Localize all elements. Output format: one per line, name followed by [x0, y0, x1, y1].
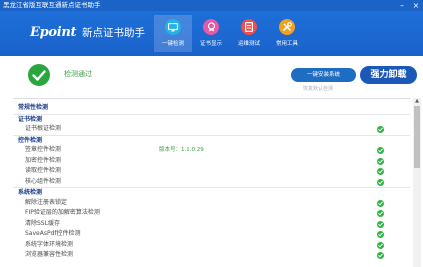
check-item-label: 解除注册表锁定 [25, 198, 68, 206]
tab-one-click-check[interactable]: 一键检测 [154, 15, 192, 52]
tab-common-tools[interactable]: 常用工具 [268, 15, 306, 52]
check-ok-icon [377, 220, 384, 228]
version-text: 版本号：1.1.0.29 [159, 147, 204, 153]
list-scrollbar[interactable]: ▲ [413, 98, 421, 267]
check-passed-icon [28, 64, 50, 86]
window-title: 黑龙江省版互联互通新点证书助手 [3, 1, 101, 9]
section-header: 证书检测 [13, 113, 410, 125]
tab-label: 一键检测 [161, 41, 184, 47]
check-item-row[interactable]: 清除SSL缓存 [13, 219, 410, 230]
check-item-label: 加密控件检测 [25, 156, 62, 164]
restore-default-link[interactable]: 恢复默认检测 [303, 86, 333, 92]
check-item-row[interactable]: 读取控件检测 [13, 166, 410, 177]
check-item-row[interactable]: 签章控件检测 版本号：1.1.0.29 [13, 145, 410, 156]
check-item-row[interactable]: 浏览器兼容性检测 [13, 250, 410, 261]
tab-label: 常用工具 [275, 41, 298, 47]
check-item-label: 浏览器兼容性检测 [25, 251, 74, 258]
check-item-label: 证书根证检测 [25, 125, 62, 132]
check-ok-icon [377, 147, 384, 154]
section-header: 控件检测 [13, 134, 410, 146]
check-item-row[interactable]: 系统字体环境检测 [13, 240, 410, 251]
section-header: 常规性检测 [13, 103, 410, 114]
check-ok-icon [377, 231, 384, 238]
tools-icon [279, 19, 295, 35]
app-logo: Epoint [30, 25, 77, 40]
minimize-button[interactable]: – [395, 0, 409, 11]
check-ok-icon [377, 210, 384, 217]
section-title: 常规性检测 [18, 104, 49, 111]
check-item-row[interactable]: 证书根证检测 [13, 124, 410, 135]
check-ok-icon [377, 178, 384, 186]
check-item-label: SaveAsPdf控件检测 [25, 230, 81, 237]
force-uninstall-button[interactable]: 强力卸载 [360, 66, 417, 84]
tab-ops-test[interactable]: 运维测试 [230, 15, 268, 52]
tab-label: 运维测试 [237, 41, 260, 47]
check-item-label: 签章控件检测 [25, 146, 62, 153]
check-list: 常规性检测证书检测 证书根证检测控件检测 签章控件检测 版本号：1.1.0.29 加密控… [13, 98, 410, 267]
check-ok-icon [377, 168, 384, 175]
monitor-icon [165, 19, 181, 35]
check-item-row[interactable]: 解除注册表锁定 [13, 198, 410, 209]
check-item-label: 核心组件检测 [25, 177, 62, 185]
check-status-panel: 检测通过 一键安装系统 强力卸载 恢复默认检测 [0, 56, 423, 98]
status-text: 检测通过 [64, 70, 92, 78]
check-item-row[interactable]: 加密控件检测 [13, 156, 410, 167]
close-button[interactable]: × [409, 0, 423, 11]
app-name: 新点证书助手 [82, 27, 145, 39]
scroll-thumb[interactable] [414, 106, 420, 168]
tab-certificate-display[interactable]: 证书显示 [192, 15, 230, 52]
check-item-row[interactable]: 核心组件检测 [13, 177, 410, 188]
check-ok-icon [377, 126, 384, 133]
document-icon [241, 19, 257, 35]
check-ok-icon [377, 241, 384, 249]
title-bar: 黑龙江省版互联互通新点证书助手 – × [0, 0, 423, 11]
check-item-row[interactable]: SaveAsPdf控件检测 [13, 229, 410, 240]
check-ok-icon [377, 199, 384, 207]
section-header: 系统检测 [13, 187, 410, 198]
check-item-row[interactable]: FIP验证层的加解密算法检测 [13, 208, 410, 219]
check-item-label: 清除SSL缓存 [25, 219, 60, 227]
check-item-label: FIP验证层的加解密算法检测 [25, 209, 100, 216]
check-item-label: 系统字体环境检测 [25, 240, 74, 248]
check-ok-icon [377, 252, 384, 259]
check-ok-icon [377, 157, 384, 165]
check-item-label: 读取控件检测 [25, 167, 62, 174]
one-click-install-button[interactable]: 一键安装系统 [291, 68, 356, 82]
scroll-up-arrow-icon[interactable]: ▲ [413, 98, 421, 105]
app-header: Epoint 新点证书助手 一键检测 证书显示 运维测试 常用工具 [0, 11, 423, 56]
tab-label: 证书显示 [199, 41, 222, 47]
certificate-icon [203, 19, 219, 35]
check-list-body: 常规性检测证书检测 证书根证检测控件检测 签章控件检测 版本号：1.1.0.29 加密控… [13, 103, 410, 261]
